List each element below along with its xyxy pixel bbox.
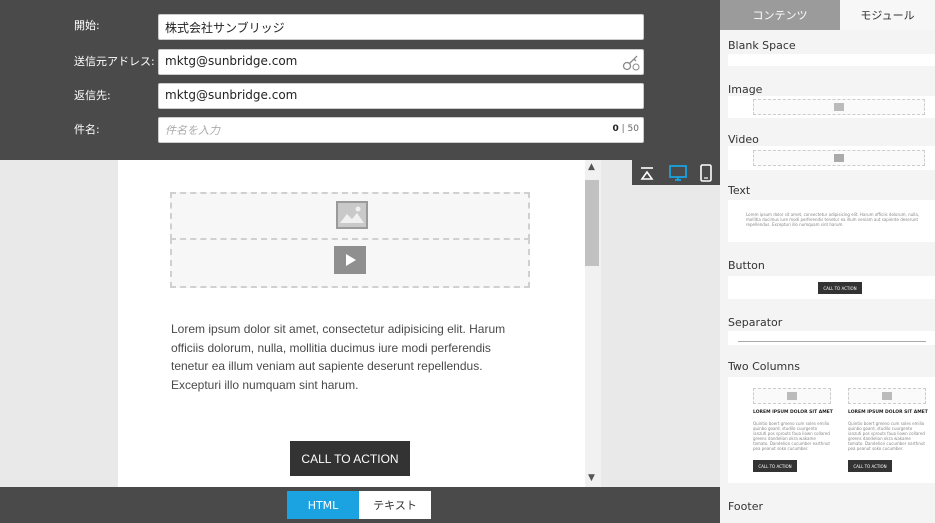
column-cta-button: CALL TO ACTION — [753, 460, 797, 472]
mini-video-placeholder — [753, 150, 925, 166]
tab-modules[interactable]: モジュール — [840, 0, 935, 30]
mini-image-placeholder — [753, 99, 925, 115]
image-icon — [882, 392, 892, 400]
sidebar-tabs: コンテンツ モジュール — [720, 0, 935, 30]
subject-count: 0 — [612, 124, 619, 134]
key-icon[interactable] — [621, 52, 641, 72]
module-text-preview[interactable]: Lorem ipsum dolor sit amet, consectetur … — [728, 200, 935, 242]
mini-image-placeholder — [753, 388, 831, 404]
module-button-title[interactable]: Button — [728, 259, 765, 272]
reply-to-label: 返信先: — [74, 89, 111, 102]
email-body-text[interactable]: Lorem ipsum dolor sit amet, consectetur … — [171, 320, 531, 394]
reply-to-field[interactable]: mktg@sunbridge.com — [158, 83, 644, 109]
tab-content[interactable]: コンテンツ — [720, 0, 840, 30]
email-canvas: Lorem ipsum dolor sit amet, consectetur … — [0, 160, 720, 487]
collapse-icon[interactable] — [637, 163, 657, 183]
module-text-title[interactable]: Text — [728, 184, 750, 197]
module-video-title[interactable]: Video — [728, 133, 759, 146]
module-separator-title[interactable]: Separator — [728, 316, 782, 329]
module-video-preview[interactable] — [728, 146, 935, 170]
call-to-action-button[interactable]: CALL TO ACTION — [290, 441, 410, 476]
play-icon — [834, 154, 844, 162]
video-placeholder-block[interactable] — [170, 238, 530, 288]
mobile-icon[interactable] — [696, 163, 716, 183]
module-blank-space-preview[interactable] — [728, 54, 935, 66]
scroll-up-icon[interactable]: ▲ — [588, 162, 595, 172]
column-heading: LOREM IPSUM DOLOR SIT AMET — [753, 410, 833, 415]
mini-text-content: Lorem ipsum dolor sit amet, consectetur … — [746, 212, 920, 227]
module-blank-space-title[interactable]: Blank Space — [728, 39, 796, 52]
mini-cta-button: CALL TO ACTION — [818, 282, 862, 294]
sender-address-label: 送信元アドレス: — [74, 55, 155, 68]
image-placeholder-block[interactable] — [170, 192, 530, 240]
module-separator-preview[interactable] — [728, 331, 935, 345]
device-toolbar — [632, 160, 720, 185]
module-sidebar: コンテンツ モジュール Blank Space Image Video Text… — [720, 0, 935, 523]
bottom-toolbar: HTML テキスト — [0, 487, 720, 523]
email-header-form: 開始: 株式会社サンブリッジ 送信元アドレス: mktg@sunbridge.c… — [0, 0, 720, 160]
play-icon — [334, 246, 366, 274]
module-image-title[interactable]: Image — [728, 83, 762, 96]
scroll-down-icon[interactable]: ▼ — [588, 473, 595, 483]
sender-address-field[interactable]: mktg@sunbridge.com — [158, 49, 644, 75]
sender-address-value: mktg@sunbridge.com — [165, 54, 298, 68]
subject-max: 50 — [627, 124, 639, 134]
column-heading: LOREM IPSUM DOLOR SIT AMET — [848, 410, 928, 415]
image-icon — [834, 103, 844, 111]
module-two-columns-preview[interactable]: LOREM IPSUM DOLOR SIT AMET LOREM IPSUM D… — [728, 377, 935, 483]
desktop-icon[interactable] — [668, 163, 688, 183]
column-text: Quintio boert gmeno cum soles emilio qui… — [848, 421, 925, 451]
html-tab-button[interactable]: HTML — [287, 491, 359, 519]
module-image-preview[interactable] — [728, 96, 935, 118]
separator-line — [738, 341, 926, 342]
subject-char-counter: 0 | 50 — [612, 124, 639, 134]
email-preview[interactable]: Lorem ipsum dolor sit amet, consectetur … — [118, 160, 585, 487]
image-placeholder-icon — [336, 201, 368, 229]
mini-image-placeholder — [848, 388, 926, 404]
module-button-preview[interactable]: CALL TO ACTION — [728, 276, 935, 299]
scrollbar-thumb[interactable] — [585, 180, 599, 266]
column-cta-button: CALL TO ACTION — [848, 460, 892, 472]
canvas-scrollbar[interactable]: ▲ ▼ — [585, 160, 601, 487]
module-footer-title[interactable]: Footer — [728, 500, 763, 513]
column-text: Quintio boert gmeno cum soles emilio qui… — [753, 421, 830, 451]
subject-placeholder: 件名を入力 — [165, 124, 220, 137]
subject-label: 件名: — [74, 123, 100, 136]
from-label: 開始: — [74, 19, 100, 32]
subject-field[interactable]: 件名を入力 0 | 50 — [158, 117, 644, 143]
landscape-icon — [340, 206, 364, 223]
image-icon — [787, 392, 797, 400]
text-tab-button[interactable]: テキスト — [359, 491, 431, 519]
from-name-field[interactable]: 株式会社サンブリッジ — [158, 14, 644, 40]
module-two-columns-title[interactable]: Two Columns — [728, 360, 800, 373]
